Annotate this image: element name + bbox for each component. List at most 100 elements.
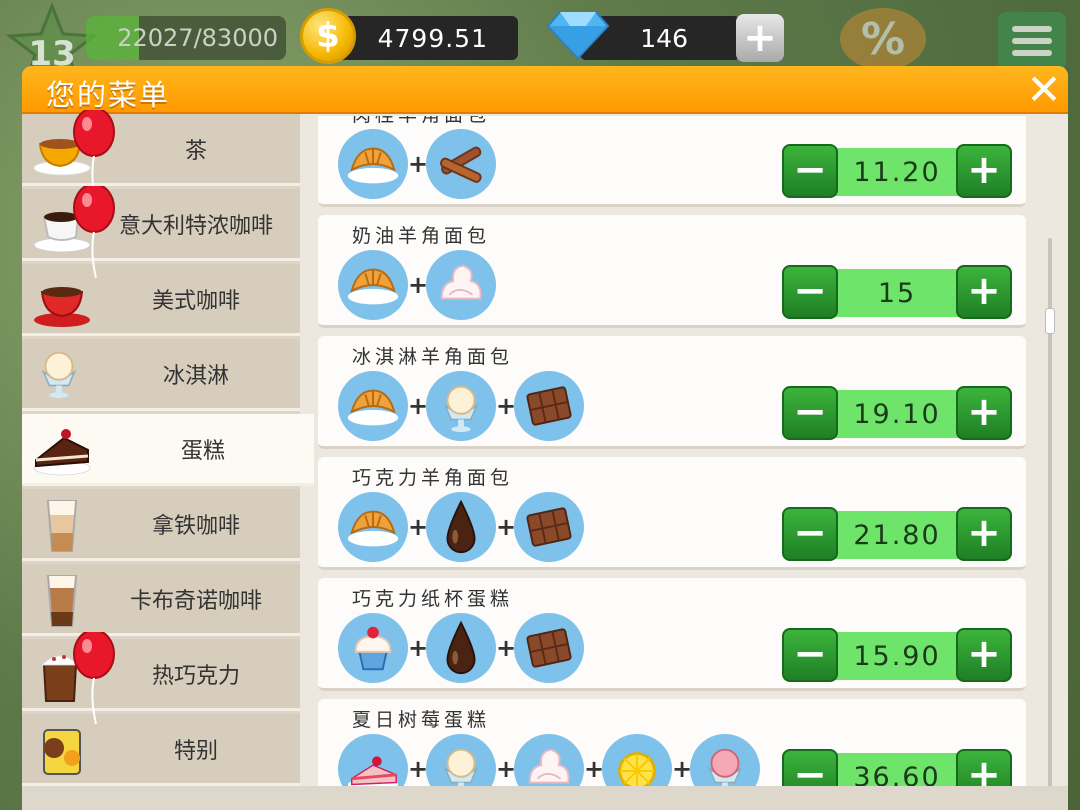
xp-text: 22027/83000 xyxy=(117,24,278,52)
sidebar-category-label: 蛋糕 xyxy=(180,438,225,464)
ingredient-plus-sign: + xyxy=(408,634,429,662)
sidebar-category[interactable]: 冰淇淋 xyxy=(22,339,300,411)
price-stepper: 11.20− + xyxy=(782,144,1012,200)
chocolate-drop-icon xyxy=(426,613,496,683)
increase-price-button[interactable]: + xyxy=(956,507,1012,561)
xp-bar: 22027/83000 xyxy=(86,16,286,60)
sidebar-category[interactable]: 茶 xyxy=(22,114,300,186)
price-stepper: 15.90− + xyxy=(782,628,1012,684)
recipe-name: 冰淇淋羊角面包 xyxy=(352,346,514,368)
ingredient-plus-sign: + xyxy=(496,513,517,541)
sidebar-category[interactable]: 卡布奇诺咖啡 xyxy=(22,564,300,636)
panel-bottom-bar xyxy=(22,786,1068,810)
whipped-cream-icon xyxy=(426,250,496,320)
menu-panel: 您的菜单 ✕ 茶意大利特浓咖啡 美式咖啡冰淇淋蛋糕拿铁咖啡卡布奇诺咖啡热巧克力特别… xyxy=(22,66,1068,810)
gem-icon xyxy=(546,6,610,62)
price-stepper: 21.80− + xyxy=(782,507,1012,563)
sidebar-category-label: 拿铁咖啡 xyxy=(151,513,240,539)
recipe-item: 巧克力纸杯蛋糕 + +15.90− + xyxy=(318,578,1026,691)
decrease-price-button[interactable]: − xyxy=(782,386,838,440)
ingredient-plus-sign: + xyxy=(672,755,693,783)
coin-balance: 4799.51 xyxy=(330,16,518,60)
recipe-list[interactable]: 肉桂羊角面包+11.20−+奶油羊角面包+15−+冰淇淋羊角面包++19.10−… xyxy=(318,116,1028,810)
coin-icon: $ xyxy=(300,8,356,64)
notification-balloon-icon xyxy=(72,183,116,280)
increase-price-button[interactable]: + xyxy=(956,265,1012,319)
increase-price-button[interactable]: + xyxy=(956,144,1012,198)
buy-gems-button[interactable]: + xyxy=(736,14,784,62)
chocolate-bar-icon xyxy=(514,371,584,441)
increase-price-button[interactable]: + xyxy=(956,628,1012,682)
ice-cream-icon xyxy=(30,343,94,407)
category-sidebar: 茶意大利特浓咖啡 美式咖啡冰淇淋蛋糕拿铁咖啡卡布奇诺咖啡热巧克力特别 xyxy=(22,107,314,810)
ingredient-plus-sign: + xyxy=(408,513,429,541)
ingredient-plus-sign: + xyxy=(496,634,517,662)
ingredient-plus-sign: + xyxy=(584,755,605,783)
recipe-name: 巧克力羊角面包 xyxy=(352,467,514,489)
ingredient-plus-sign: + xyxy=(408,392,429,420)
price-value: 15.90 xyxy=(826,632,968,680)
sidebar-category[interactable]: 美式咖啡 xyxy=(22,264,300,336)
ingredient-plus-sign: + xyxy=(408,150,429,178)
recipe-item: 肉桂羊角面包 +11.20− + xyxy=(318,116,1026,207)
decrease-price-button[interactable]: − xyxy=(782,144,838,198)
decrease-price-button[interactable]: − xyxy=(782,265,838,319)
discount-icon[interactable]: % xyxy=(840,8,926,70)
ingredient-row: + xyxy=(338,128,496,200)
price-value: 15 xyxy=(826,269,968,317)
recipe-item: 冰淇淋羊角面包 + + 19.10− + xyxy=(318,336,1026,449)
chocolate-bar-icon xyxy=(514,613,584,683)
ingredient-plus-sign: + xyxy=(408,755,429,783)
recipe-name: 奶油羊角面包 xyxy=(352,225,491,247)
croissant-icon xyxy=(338,492,408,562)
sidebar-category[interactable]: 拿铁咖啡 xyxy=(22,489,300,561)
sidebar-category[interactable]: 特别 xyxy=(22,714,300,786)
close-button[interactable]: ✕ xyxy=(1024,69,1064,111)
panel-header: 您的菜单 ✕ xyxy=(22,66,1068,114)
ingredient-row: + + xyxy=(338,491,584,563)
recipe-item: 巧克力羊角面包 + +21.80− + xyxy=(318,457,1026,570)
notification-balloon-icon xyxy=(72,629,116,726)
sidebar-category-label: 茶 xyxy=(184,138,207,164)
increase-price-button[interactable]: + xyxy=(956,386,1012,440)
cinnamon-icon xyxy=(426,129,496,199)
menu-list-icon[interactable] xyxy=(998,12,1066,70)
sidebar-category-label: 美式咖啡 xyxy=(151,288,240,314)
croissant-icon xyxy=(338,250,408,320)
ingredient-row: + xyxy=(338,249,496,321)
chocolate-drop-icon xyxy=(426,492,496,562)
price-value: 21.80 xyxy=(826,511,968,559)
croissant-icon xyxy=(338,129,408,199)
sidebar-category[interactable]: 意大利特浓咖啡 xyxy=(22,189,300,261)
ingredient-plus-sign: + xyxy=(408,271,429,299)
decrease-price-button[interactable]: − xyxy=(782,628,838,682)
price-value: 19.10 xyxy=(826,390,968,438)
ice-cream-icon xyxy=(426,371,496,441)
ingredient-row: + + xyxy=(338,612,584,684)
recipe-item: 奶油羊角面包 +15− + xyxy=(318,215,1026,328)
croissant-icon xyxy=(338,371,408,441)
recipe-name: 巧克力纸杯蛋糕 xyxy=(352,588,514,610)
sidebar-category[interactable]: 蛋糕 xyxy=(22,414,314,486)
cupcake-icon xyxy=(338,613,408,683)
cake-slice-icon xyxy=(30,418,94,482)
price-value: 11.20 xyxy=(826,148,968,196)
chocolate-bar-icon xyxy=(514,492,584,562)
scrollbar-thumb[interactable] xyxy=(1045,308,1055,334)
sidebar-category-label: 特别 xyxy=(173,738,218,764)
sidebar-category-label: 热巧克力 xyxy=(151,663,240,689)
latte-glass-icon xyxy=(30,493,94,557)
ingredient-plus-sign: + xyxy=(496,755,517,783)
decrease-price-button[interactable]: − xyxy=(782,507,838,561)
recipe-name: 夏日树莓蛋糕 xyxy=(352,709,491,731)
price-stepper: 15− + xyxy=(782,265,1012,321)
ingredient-row: + + xyxy=(338,370,584,442)
special-icon xyxy=(30,718,94,782)
sidebar-category[interactable]: 热巧克力 xyxy=(22,639,300,711)
top-hud: 13 22027/83000 4799.51 $ 146 + % xyxy=(0,0,1080,88)
price-stepper: 19.10− + xyxy=(782,386,1012,442)
cappuccino-glass-icon xyxy=(30,568,94,632)
sidebar-category-label: 意大利特浓咖啡 xyxy=(118,213,273,239)
recipe-name: 肉桂羊角面包 xyxy=(352,116,490,127)
sidebar-category-label: 冰淇淋 xyxy=(162,363,229,389)
